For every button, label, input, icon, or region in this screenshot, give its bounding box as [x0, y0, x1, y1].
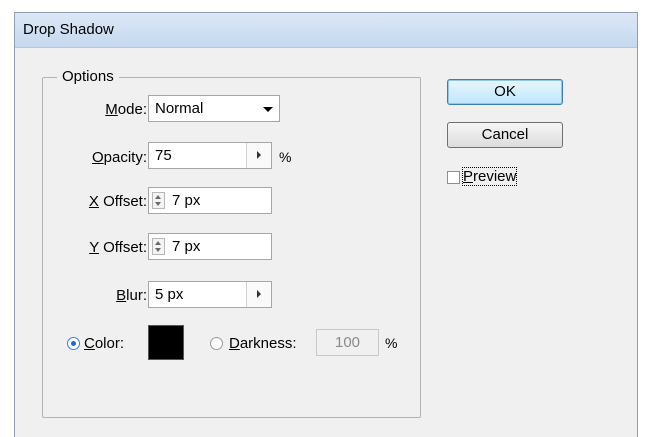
x-offset-label-rest: Offset: [98, 193, 147, 210]
blur-popup-button[interactable] [246, 282, 271, 307]
blur-input[interactable]: 5 px [148, 281, 272, 308]
cancel-button[interactable]: Cancel [447, 122, 563, 148]
stepper-up-icon [155, 195, 161, 199]
color-mnemonic: C [84, 335, 95, 352]
title-bar[interactable]: Drop Shadow [15, 13, 637, 48]
color-label: Color: [84, 335, 124, 352]
darkness-label-rest: arkness: [239, 335, 297, 352]
y-offset-value: 7 px [172, 238, 201, 255]
darkness-radio[interactable] [210, 337, 223, 350]
x-offset-input[interactable]: 7 px [148, 187, 272, 214]
preview-checkbox[interactable] [447, 171, 460, 184]
y-offset-input[interactable]: 7 px [148, 233, 272, 260]
stepper-up-icon [155, 241, 161, 245]
blur-value: 5 px [155, 286, 184, 303]
opacity-label: Opacity: [67, 149, 147, 166]
color-swatch[interactable] [148, 325, 184, 360]
ok-button[interactable]: OK [447, 79, 563, 105]
opacity-mnemonic: O [91, 149, 104, 166]
stepper-down-icon [155, 248, 161, 252]
dialog-title: Drop Shadow [23, 21, 114, 38]
darkness-unit: % [385, 335, 398, 351]
x-offset-label: X Offset: [57, 193, 147, 210]
mode-label-rest: ode: [117, 101, 147, 118]
darkness-label: Darkness: [229, 335, 297, 352]
options-legend: Options [57, 68, 119, 85]
opacity-input[interactable]: 75 [148, 142, 272, 169]
x-offset-mnemonic: X [88, 193, 99, 210]
opacity-label-rest: pacity: [103, 149, 147, 166]
y-offset-label: Y Offset: [57, 239, 147, 256]
chevron-down-icon [263, 107, 273, 112]
blur-label: Blur: [77, 287, 147, 304]
blur-mnemonic: B [116, 287, 127, 304]
preview-mnemonic: P [463, 168, 474, 185]
x-offset-value: 7 px [172, 192, 201, 209]
y-offset-mnemonic: Y [89, 239, 99, 256]
stepper-down-icon [155, 202, 161, 206]
darkness-value: 100 [334, 334, 361, 351]
darkness-mnemonic: D [229, 335, 240, 352]
drop-shadow-dialog: Drop Shadow Options Mode: Normal Opacity… [14, 12, 638, 437]
y-offset-stepper[interactable] [152, 238, 165, 255]
opacity-value: 75 [155, 147, 172, 164]
mode-value: Normal [155, 100, 204, 117]
mode-label: Mode: [77, 101, 147, 118]
preview-label[interactable]: Preview [461, 167, 518, 186]
mode-dropdown[interactable]: Normal [148, 95, 280, 122]
opacity-popup-button[interactable] [246, 143, 271, 168]
y-offset-label-rest: Offset: [98, 239, 147, 256]
darkness-input[interactable]: 100 [316, 329, 379, 356]
x-offset-stepper[interactable] [152, 192, 165, 209]
color-label-rest: olor: [94, 335, 125, 352]
preview-label-rest: review [473, 168, 517, 185]
blur-label-rest: lur: [126, 287, 147, 304]
color-radio[interactable] [67, 337, 80, 350]
opacity-unit: % [279, 149, 292, 165]
mode-mnemonic: M [105, 101, 118, 118]
